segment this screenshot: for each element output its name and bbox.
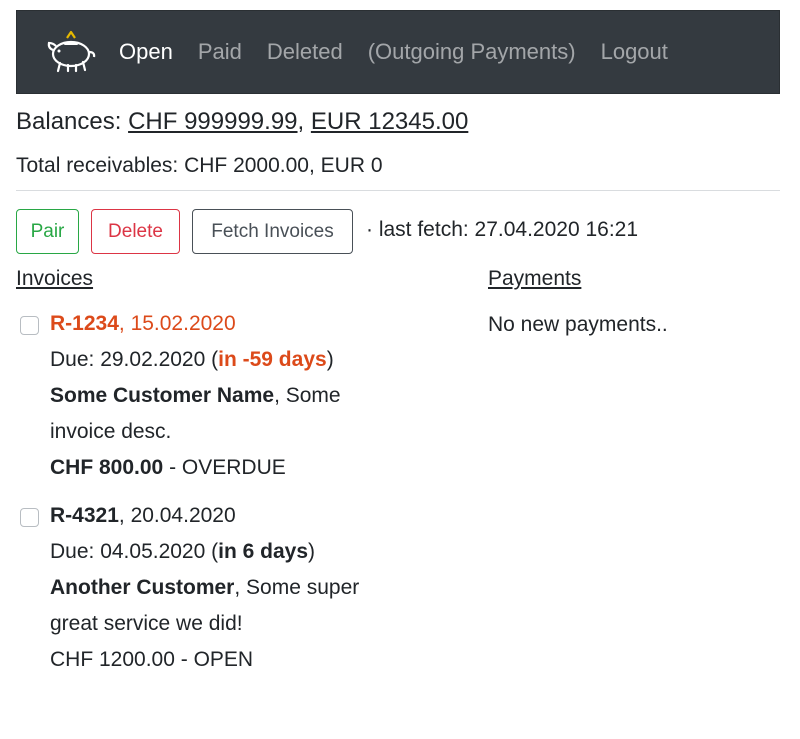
invoice-desc: , Some [274, 384, 341, 407]
invoice-header: R-1234, 15.02.2020 [50, 312, 236, 336]
due-close: ) [308, 540, 316, 563]
amount-value: CHF 1200.00 [50, 648, 175, 671]
delete-button[interactable]: Delete [91, 209, 180, 254]
top-navbar: Open Paid Deleted (Outgoing Payments) Lo… [16, 10, 780, 94]
invoice-date-separator: , [118, 504, 131, 527]
balances-label: Balances: [16, 108, 129, 135]
pair-button[interactable]: Pair [16, 209, 79, 254]
total-receivables: Total receivables: CHF 2000.00, EUR 0 [16, 154, 383, 177]
invoice-date-separator: , [118, 312, 131, 335]
invoice-amount: CHF 1200.00 - OPEN [50, 648, 253, 672]
nav-outgoing-payments[interactable]: (Outgoing Payments) [368, 39, 576, 65]
customer-name: Another Customer [50, 576, 235, 599]
amount-value: CHF 800.00 [50, 456, 164, 479]
last-fetch-text: · last fetch: 27.04.2020 16:21 [366, 218, 639, 241]
invoice-amount: CHF 800.00 - OVERDUE [50, 456, 286, 480]
due-label: Due: 29.02.2020 ( [50, 348, 219, 371]
balance-eur-link[interactable]: EUR 12345.00 [311, 108, 468, 135]
invoice-checkbox[interactable] [20, 508, 39, 527]
invoice-date: 15.02.2020 [130, 312, 236, 335]
nav-deleted[interactable]: Deleted [267, 39, 343, 65]
invoice-status: - OVERDUE [163, 456, 286, 479]
fetch-invoices-button[interactable]: Fetch Invoices [192, 209, 353, 254]
invoice-date: 20.04.2020 [130, 504, 236, 527]
invoice-due: Due: 04.05.2020 (in 6 days) [50, 540, 315, 564]
invoice-desc-cont: invoice desc. [50, 420, 172, 443]
invoice-number: R-4321 [50, 504, 119, 527]
nav-paid[interactable]: Paid [198, 39, 242, 65]
due-label: Due: 04.05.2020 ( [50, 540, 219, 563]
balances-line: Balances: CHF 999999.99, EUR 12345.00 [16, 108, 468, 136]
due-relative: in -59 days [218, 348, 327, 371]
nav-logout[interactable]: Logout [601, 39, 668, 65]
invoice-status: - OPEN [174, 648, 254, 671]
invoice-customer: Some Customer Name, Some [50, 384, 341, 408]
invoice-number: R-1234 [50, 312, 119, 335]
due-close: ) [326, 348, 334, 371]
divider [16, 190, 780, 191]
payments-heading: Payments [488, 267, 582, 290]
invoice-desc: , Some super [234, 576, 360, 599]
due-relative: in 6 days [218, 540, 309, 563]
customer-name: Some Customer Name [50, 384, 275, 407]
invoices-heading: Invoices [16, 267, 94, 290]
balance-chf-link[interactable]: CHF 999999.99 [128, 108, 297, 135]
invoice-header: R-4321, 20.04.2020 [50, 504, 236, 528]
invoice-due: Due: 29.02.2020 (in -59 days) [50, 348, 334, 372]
invoice-checkbox[interactable] [20, 316, 39, 335]
piggy-bank-icon[interactable] [45, 29, 103, 75]
balances-separator: , [297, 108, 311, 135]
invoice-customer: Another Customer, Some super [50, 576, 359, 600]
nav-open[interactable]: Open [119, 39, 173, 65]
no-payments-text: No new payments.. [488, 313, 668, 336]
invoice-desc-cont: great service we did! [50, 612, 243, 635]
